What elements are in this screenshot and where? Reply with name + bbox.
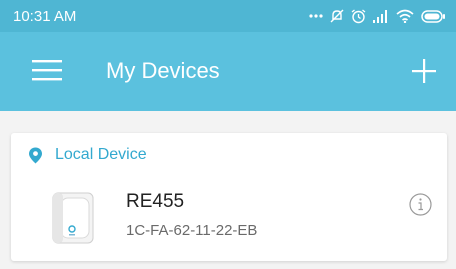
device-name: RE455 [126,191,185,212]
add-device-button[interactable] [410,57,438,85]
app-bar: My Devices [0,32,456,111]
hamburger-menu-icon [32,60,62,81]
info-icon [409,193,432,216]
page-title: My Devices [106,58,220,83]
range-extender-icon [52,192,94,244]
alarm-icon [351,8,366,23]
mute-icon [330,9,344,23]
wifi-icon [396,9,414,23]
section-header: Local Device [28,146,147,164]
device-mac-address: 1C-FA-62-11-22-EB [126,222,258,239]
status-icons [309,8,446,24]
menu-button[interactable] [32,58,62,83]
more-dots-icon [309,14,323,18]
status-time: 10:31 AM [13,7,77,25]
battery-icon [421,9,445,23]
signal-icon [373,9,387,23]
device-row[interactable]: RE455 1C-FA-62-11-22-EB [11,178,447,258]
location-pin-icon [29,147,42,163]
device-info-button[interactable] [409,193,432,216]
status-bar: 10:31 AM [0,0,456,32]
plus-icon [412,59,436,83]
section-label: Local Device [55,146,147,163]
